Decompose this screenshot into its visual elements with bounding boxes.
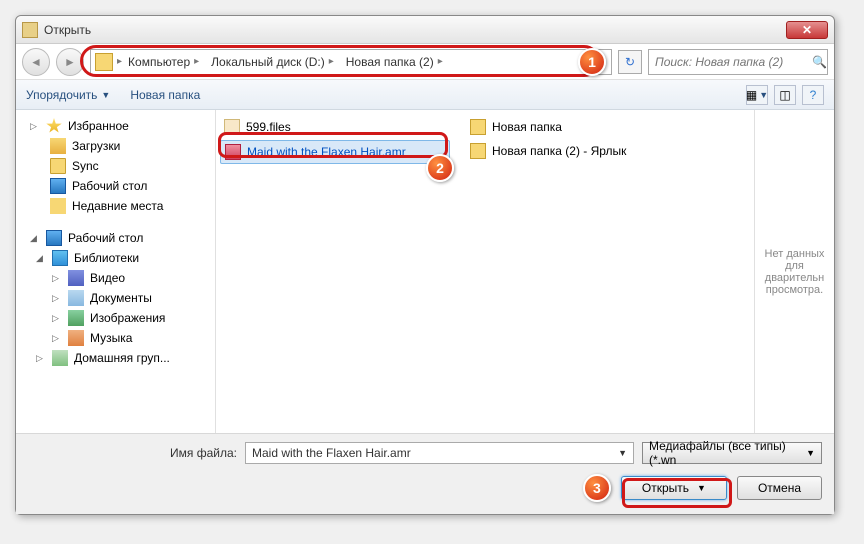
desktop-icon	[46, 230, 62, 246]
search-input[interactable]	[655, 55, 812, 69]
preview-pane: Нет данных для дварительн просмотра.	[754, 110, 834, 433]
badge-1: 1	[578, 48, 606, 76]
newfolder-button[interactable]: Новая папка	[130, 88, 200, 102]
sidebar-pictures[interactable]: ▷Изображения	[16, 308, 215, 328]
open-button[interactable]: Открыть▼	[621, 476, 727, 500]
file-item-newfolder[interactable]: Новая папка	[466, 116, 630, 138]
filename-label: Имя файла:	[28, 446, 237, 460]
video-icon	[68, 270, 84, 286]
file-icon	[224, 119, 240, 135]
file-item-selected[interactable]: Maid with the Flaxen Hair.amr	[220, 140, 450, 164]
breadcrumb-disk[interactable]: Локальный диск (D:)▸	[205, 55, 340, 69]
sidebar-desktop2[interactable]: ◢Рабочий стол	[16, 228, 215, 248]
cancel-button[interactable]: Отмена	[737, 476, 822, 500]
app-icon	[22, 22, 38, 38]
file-item-599files[interactable]: 599.files	[220, 116, 450, 138]
filename-input[interactable]: Maid with the Flaxen Hair.amr▼	[245, 442, 634, 464]
sidebar-homegroup[interactable]: ▷Домашняя груп...	[16, 348, 215, 368]
picture-icon	[68, 310, 84, 326]
filetype-dropdown[interactable]: Медиафайлы (все типы) (*.wn▼	[642, 442, 822, 464]
view-button[interactable]: ▦▼	[746, 85, 768, 105]
close-button[interactable]: ✕	[786, 21, 828, 39]
open-dialog: Открыть ✕ ◄ ► ▸ Компьютер▸ Локальный дис…	[15, 15, 835, 515]
navbar: ◄ ► ▸ Компьютер▸ Локальный диск (D:)▸ Но…	[16, 44, 834, 80]
desktop-icon	[50, 178, 66, 194]
downloads-icon	[50, 138, 66, 154]
content-area: 599.files Maid with the Flaxen Hair.amr …	[216, 110, 834, 433]
address-bar[interactable]: ▸ Компьютер▸ Локальный диск (D:)▸ Новая …	[90, 49, 612, 75]
shortcut-icon	[470, 143, 486, 159]
body: ▷Избранное Загрузки Sync Рабочий стол Не…	[16, 110, 834, 433]
homegroup-icon	[52, 350, 68, 366]
help-button[interactable]: ?	[802, 85, 824, 105]
forward-button[interactable]: ►	[56, 48, 84, 76]
media-icon	[225, 144, 241, 160]
window-title: Открыть	[44, 23, 786, 37]
breadcrumb-folder[interactable]: Новая папка (2)▸	[340, 55, 449, 69]
sidebar-music[interactable]: ▷Музыка	[16, 328, 215, 348]
sidebar-desktop[interactable]: Рабочий стол	[16, 176, 215, 196]
document-icon	[68, 290, 84, 306]
music-icon	[68, 330, 84, 346]
sidebar-sync[interactable]: Sync	[16, 156, 215, 176]
breadcrumb-computer[interactable]: Компьютер▸	[122, 55, 205, 69]
titlebar[interactable]: Открыть ✕	[16, 16, 834, 44]
organize-menu[interactable]: Упорядочить▼	[26, 88, 110, 102]
footer: Имя файла: Maid with the Flaxen Hair.amr…	[16, 433, 834, 514]
library-icon	[52, 250, 68, 266]
badge-3: 3	[583, 474, 611, 502]
folder-icon	[470, 119, 486, 135]
star-icon	[46, 118, 62, 134]
file-list[interactable]: 599.files Maid with the Flaxen Hair.amr …	[216, 110, 754, 433]
sidebar[interactable]: ▷Избранное Загрузки Sync Рабочий стол Не…	[16, 110, 216, 433]
refresh-button[interactable]: ↻	[618, 50, 642, 74]
preview-toggle[interactable]: ◫	[774, 85, 796, 105]
sidebar-downloads[interactable]: Загрузки	[16, 136, 215, 156]
folder-icon	[95, 53, 113, 71]
sidebar-favorites[interactable]: ▷Избранное	[16, 116, 215, 136]
back-button[interactable]: ◄	[22, 48, 50, 76]
sidebar-documents[interactable]: ▷Документы	[16, 288, 215, 308]
toolbar: Упорядочить▼ Новая папка ▦▼ ◫ ?	[16, 80, 834, 110]
recent-icon	[50, 198, 66, 214]
file-item-shortcut[interactable]: Новая папка (2) - Ярлык	[466, 140, 630, 162]
sidebar-recent[interactable]: Недавние места	[16, 196, 215, 216]
badge-2: 2	[426, 154, 454, 182]
sidebar-libraries[interactable]: ◢Библиотеки	[16, 248, 215, 268]
sidebar-video[interactable]: ▷Видео	[16, 268, 215, 288]
folder-icon	[50, 158, 66, 174]
search-icon: 🔍	[812, 55, 827, 69]
search-box[interactable]: 🔍	[648, 49, 828, 75]
